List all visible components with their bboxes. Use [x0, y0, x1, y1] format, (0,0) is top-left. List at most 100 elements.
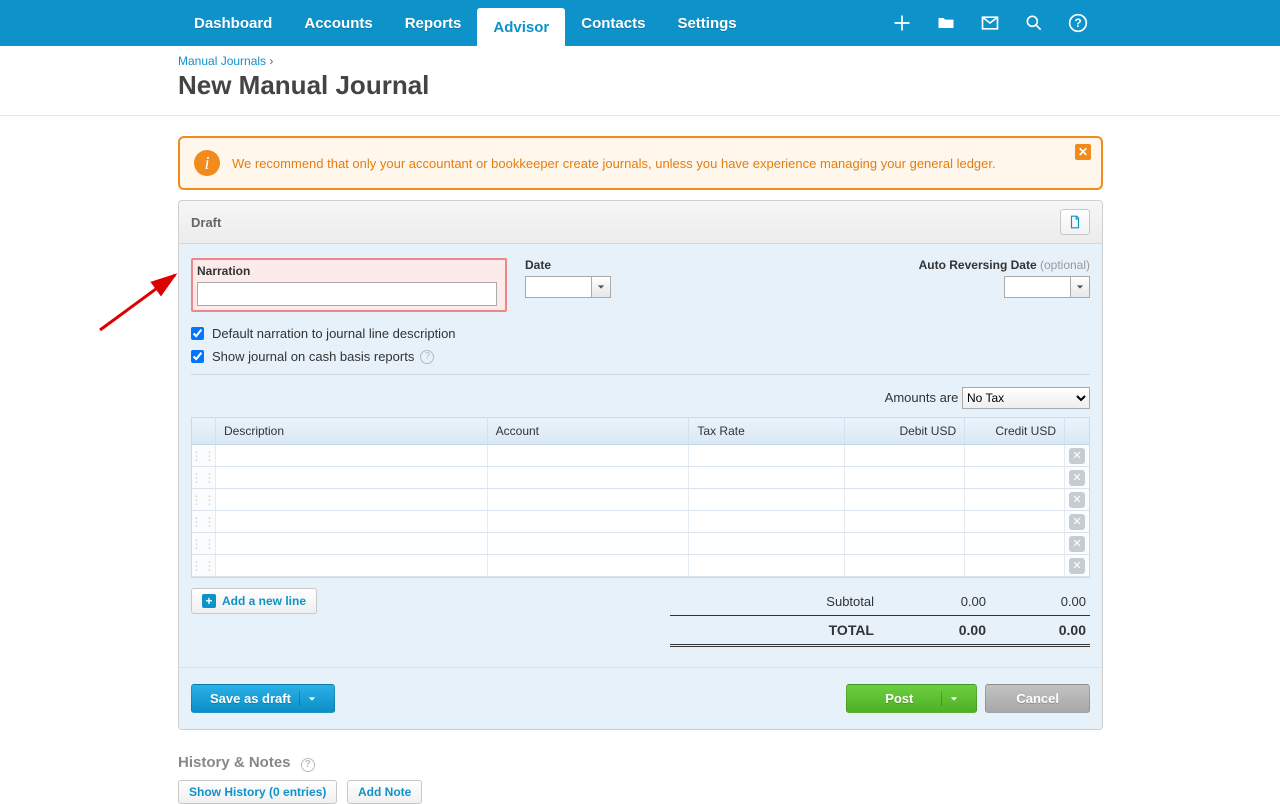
- nav-reports[interactable]: Reports: [389, 0, 478, 46]
- delete-row-icon[interactable]: ✕: [1069, 448, 1085, 464]
- subtotal-credit: 0.00: [986, 594, 1086, 609]
- drag-handle-icon[interactable]: ⋮⋮: [192, 467, 216, 488]
- table-row: ⋮⋮ ✕: [192, 533, 1089, 555]
- description-cell[interactable]: [216, 555, 488, 576]
- nav-advisor[interactable]: Advisor: [477, 8, 565, 46]
- description-cell[interactable]: [216, 533, 488, 554]
- reversing-date-label: Auto Reversing Date (optional): [919, 258, 1090, 272]
- narration-input[interactable]: [197, 282, 497, 306]
- breadcrumb: Manual Journals ›: [178, 54, 1103, 68]
- nav-dashboard[interactable]: Dashboard: [178, 0, 288, 46]
- tax-cell[interactable]: [689, 511, 845, 532]
- save-draft-dropdown-icon[interactable]: [299, 691, 316, 706]
- post-button[interactable]: Post: [846, 684, 977, 713]
- add-line-button[interactable]: + Add a new line: [191, 588, 317, 614]
- account-cell[interactable]: [488, 445, 690, 466]
- amounts-label: Amounts are: [885, 390, 959, 405]
- nav-contacts[interactable]: Contacts: [565, 0, 661, 46]
- account-cell[interactable]: [488, 489, 690, 510]
- credit-cell[interactable]: [965, 445, 1065, 466]
- help-icon[interactable]: ?: [301, 758, 315, 772]
- credit-cell[interactable]: [965, 555, 1065, 576]
- credit-cell[interactable]: [965, 511, 1065, 532]
- table-row: ⋮⋮ ✕: [192, 445, 1089, 467]
- tax-cell[interactable]: [689, 489, 845, 510]
- info-banner: i We recommend that only your accountant…: [178, 136, 1103, 190]
- drag-handle-icon[interactable]: ⋮⋮: [192, 445, 216, 466]
- tax-cell[interactable]: [689, 533, 845, 554]
- description-cell[interactable]: [216, 467, 488, 488]
- total-label: TOTAL: [674, 622, 886, 638]
- debit-cell[interactable]: [845, 533, 965, 554]
- svg-text:?: ?: [1074, 17, 1081, 30]
- drag-handle-icon[interactable]: ⋮⋮: [192, 555, 216, 576]
- subtotal-debit: 0.00: [886, 594, 986, 609]
- breadcrumb-link[interactable]: Manual Journals: [178, 54, 266, 68]
- date-dropdown-icon[interactable]: [591, 276, 611, 298]
- save-draft-button[interactable]: Save as draft: [191, 684, 335, 713]
- credit-cell[interactable]: [965, 533, 1065, 554]
- journal-panel: Draft Narration Date: [178, 200, 1103, 730]
- help-icon[interactable]: ?: [1056, 0, 1100, 46]
- delete-row-icon[interactable]: ✕: [1069, 470, 1085, 486]
- col-tax: Tax Rate: [689, 418, 845, 444]
- close-icon[interactable]: ✕: [1075, 144, 1091, 160]
- reversing-date-input[interactable]: [1004, 276, 1070, 298]
- delete-row-icon[interactable]: ✕: [1069, 536, 1085, 552]
- delete-row-icon[interactable]: ✕: [1069, 492, 1085, 508]
- reversing-dropdown-icon[interactable]: [1070, 276, 1090, 298]
- drag-handle-icon[interactable]: ⋮⋮: [192, 489, 216, 510]
- credit-cell[interactable]: [965, 467, 1065, 488]
- delete-row-icon[interactable]: ✕: [1069, 514, 1085, 530]
- account-cell[interactable]: [488, 533, 690, 554]
- info-icon: i: [194, 150, 220, 176]
- delete-row-icon[interactable]: ✕: [1069, 558, 1085, 574]
- debit-cell[interactable]: [845, 511, 965, 532]
- cancel-button[interactable]: Cancel: [985, 684, 1090, 713]
- description-cell[interactable]: [216, 445, 488, 466]
- journal-lines-grid: Description Account Tax Rate Debit USD C…: [191, 417, 1090, 578]
- status-label: Draft: [191, 215, 221, 230]
- total-debit: 0.00: [886, 622, 986, 638]
- plus-icon[interactable]: [880, 0, 924, 46]
- tax-cell[interactable]: [689, 445, 845, 466]
- tax-cell[interactable]: [689, 555, 845, 576]
- narration-label: Narration: [197, 264, 501, 278]
- document-icon-button[interactable]: [1060, 209, 1090, 235]
- col-credit: Credit USD: [965, 418, 1065, 444]
- credit-cell[interactable]: [965, 489, 1065, 510]
- account-cell[interactable]: [488, 511, 690, 532]
- debit-cell[interactable]: [845, 467, 965, 488]
- annotation-arrow: [90, 260, 190, 343]
- account-cell[interactable]: [488, 555, 690, 576]
- debit-cell[interactable]: [845, 445, 965, 466]
- debit-cell[interactable]: [845, 489, 965, 510]
- account-cell[interactable]: [488, 467, 690, 488]
- help-icon[interactable]: ?: [420, 350, 434, 364]
- mail-icon[interactable]: [968, 0, 1012, 46]
- breadcrumb-sep: ›: [269, 54, 273, 68]
- default-narration-checkbox[interactable]: [191, 327, 204, 340]
- table-row: ⋮⋮ ✕: [192, 489, 1089, 511]
- page-title: New Manual Journal: [178, 70, 1103, 101]
- drag-handle-icon[interactable]: ⋮⋮: [192, 533, 216, 554]
- description-cell[interactable]: [216, 489, 488, 510]
- col-debit: Debit USD: [845, 418, 965, 444]
- drag-handle-icon[interactable]: ⋮⋮: [192, 511, 216, 532]
- nav-accounts[interactable]: Accounts: [288, 0, 388, 46]
- subtotal-label: Subtotal: [674, 594, 886, 609]
- post-dropdown-icon[interactable]: [941, 691, 958, 706]
- show-cash-checkbox-label[interactable]: Show journal on cash basis reports ?: [191, 349, 1090, 364]
- nav-settings[interactable]: Settings: [661, 0, 752, 46]
- tax-cell[interactable]: [689, 467, 845, 488]
- table-row: ⋮⋮ ✕: [192, 555, 1089, 577]
- show-cash-checkbox[interactable]: [191, 350, 204, 363]
- debit-cell[interactable]: [845, 555, 965, 576]
- date-input[interactable]: [525, 276, 591, 298]
- amounts-select[interactable]: No Tax: [962, 387, 1090, 409]
- description-cell[interactable]: [216, 511, 488, 532]
- date-label: Date: [525, 258, 611, 272]
- folder-icon[interactable]: [924, 0, 968, 46]
- search-icon[interactable]: [1012, 0, 1056, 46]
- default-narration-checkbox-label[interactable]: Default narration to journal line descri…: [191, 326, 1090, 341]
